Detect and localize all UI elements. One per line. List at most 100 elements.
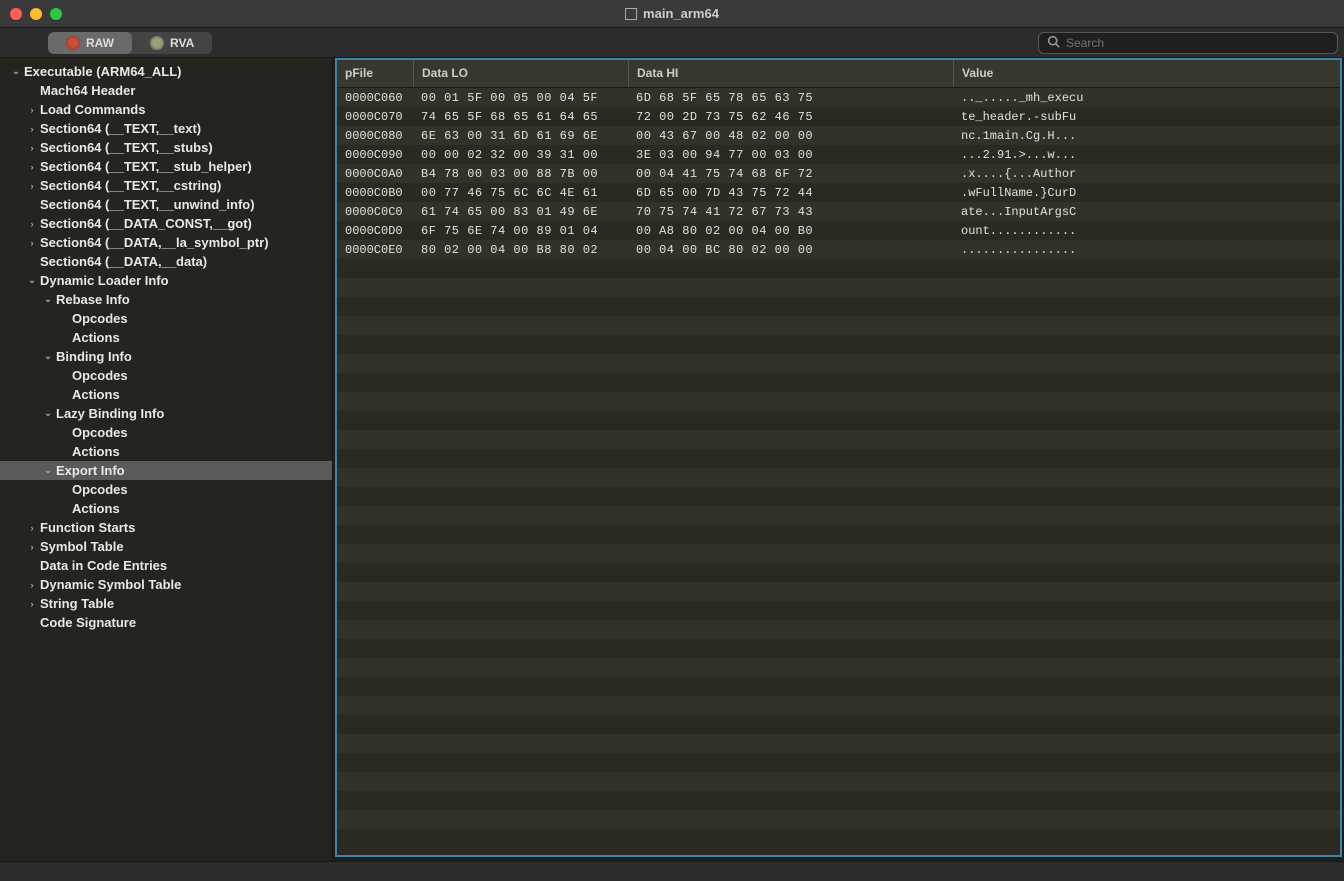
- search-input[interactable]: [1066, 36, 1329, 50]
- tree-item[interactable]: ›Load Commands: [0, 100, 332, 119]
- hex-row[interactable]: 0000C07074 65 5F 68 65 61 64 6572 00 2D …: [337, 107, 1340, 126]
- tree-item[interactable]: ›Section64 (__TEXT,__cstring): [0, 176, 332, 195]
- cell-data-lo: B4 78 00 03 00 88 7B 00: [413, 167, 628, 181]
- hex-row-empty: [337, 430, 1340, 449]
- tree-item[interactable]: ›Section64 (__DATA,__la_symbol_ptr): [0, 233, 332, 252]
- tree-item[interactable]: Opcodes: [0, 366, 332, 385]
- chevron-right-icon[interactable]: ›: [26, 161, 38, 173]
- tree-item[interactable]: Opcodes: [0, 480, 332, 499]
- tree-item[interactable]: ›Symbol Table: [0, 537, 332, 556]
- tree-item-label: Section64 (__TEXT,__unwind_info): [40, 197, 255, 212]
- col-header-data-lo[interactable]: Data LO: [413, 60, 628, 87]
- hex-row-empty: [337, 753, 1340, 772]
- cell-value: nc.1main.Cg.H...: [953, 129, 1340, 143]
- chevron-right-icon[interactable]: ›: [26, 180, 38, 192]
- cell-data-lo: 6E 63 00 31 6D 61 69 6E: [413, 129, 628, 143]
- minimize-button[interactable]: [30, 8, 42, 20]
- tree-item-label: Binding Info: [56, 349, 132, 364]
- chevron-down-icon[interactable]: ⌄: [42, 351, 54, 363]
- window-controls: [0, 8, 62, 20]
- tree-item-label: Section64 (__TEXT,__cstring): [40, 178, 221, 193]
- tree-item[interactable]: ›Function Starts: [0, 518, 332, 537]
- cell-data-lo: 74 65 5F 68 65 61 64 65: [413, 110, 628, 124]
- tree-item[interactable]: ›String Table: [0, 594, 332, 613]
- col-header-data-hi[interactable]: Data HI: [628, 60, 953, 87]
- chevron-down-icon[interactable]: ⌄: [42, 294, 54, 306]
- hex-row[interactable]: 0000C0A0B4 78 00 03 00 88 7B 0000 04 41 …: [337, 164, 1340, 183]
- tree-item[interactable]: Opcodes: [0, 423, 332, 442]
- chevron-down-icon[interactable]: ⌄: [42, 408, 54, 420]
- tree-item[interactable]: ›Section64 (__TEXT,__stubs): [0, 138, 332, 157]
- tree-item[interactable]: ⌄Dynamic Loader Info: [0, 271, 332, 290]
- tree-item[interactable]: Code Signature: [0, 613, 332, 632]
- hex-row[interactable]: 0000C0806E 63 00 31 6D 61 69 6E00 43 67 …: [337, 126, 1340, 145]
- chevron-right-icon[interactable]: ›: [26, 522, 38, 534]
- raw-mode-button[interactable]: RAW: [48, 32, 132, 54]
- tree-item[interactable]: ⌄Rebase Info: [0, 290, 332, 309]
- hex-row[interactable]: 0000C0B000 77 46 75 6C 6C 4E 616D 65 00 …: [337, 183, 1340, 202]
- rva-mode-button[interactable]: RVA: [132, 32, 212, 54]
- tree-item[interactable]: ›Dynamic Symbol Table: [0, 575, 332, 594]
- cell-pfile: 0000C060: [337, 91, 413, 105]
- hex-row-empty: [337, 525, 1340, 544]
- tree-item[interactable]: ›Section64 (__DATA_CONST,__got): [0, 214, 332, 233]
- tree-item[interactable]: Section64 (__TEXT,__unwind_info): [0, 195, 332, 214]
- disclosure-spacer: [26, 199, 38, 211]
- tree-item[interactable]: ⌄Executable (ARM64_ALL): [0, 62, 332, 81]
- disclosure-spacer: [58, 389, 70, 401]
- sidebar-tree[interactable]: ⌄Executable (ARM64_ALL) Mach64 Header›Lo…: [0, 58, 333, 861]
- tree-item-label: Actions: [72, 330, 120, 345]
- cell-value: ...2.91.>...w...: [953, 148, 1340, 162]
- hex-row[interactable]: 0000C0E080 02 00 04 00 B8 80 0200 04 00 …: [337, 240, 1340, 259]
- tree-item-label: Opcodes: [72, 311, 128, 326]
- chevron-right-icon[interactable]: ›: [26, 218, 38, 230]
- window-title-text: main_arm64: [643, 6, 719, 21]
- hex-row[interactable]: 0000C06000 01 5F 00 05 00 04 5F6D 68 5F …: [337, 88, 1340, 107]
- cell-data-hi: 00 43 67 00 48 02 00 00: [628, 129, 953, 143]
- chevron-down-icon[interactable]: ⌄: [10, 66, 22, 78]
- hex-row[interactable]: 0000C0C061 74 65 00 83 01 49 6E70 75 74 …: [337, 202, 1340, 221]
- tree-item[interactable]: Opcodes: [0, 309, 332, 328]
- search-field[interactable]: [1038, 32, 1338, 54]
- chevron-right-icon[interactable]: ›: [26, 142, 38, 154]
- statusbar: [0, 861, 1344, 881]
- close-button[interactable]: [10, 8, 22, 20]
- chevron-right-icon[interactable]: ›: [26, 541, 38, 553]
- chevron-down-icon[interactable]: ⌄: [26, 275, 38, 287]
- tree-item[interactable]: ⌄Export Info: [0, 461, 332, 480]
- maximize-button[interactable]: [50, 8, 62, 20]
- hex-row-empty: [337, 582, 1340, 601]
- chevron-down-icon[interactable]: ⌄: [42, 465, 54, 477]
- chevron-right-icon[interactable]: ›: [26, 237, 38, 249]
- tree-item[interactable]: Section64 (__DATA,__data): [0, 252, 332, 271]
- tree-item[interactable]: ›Section64 (__TEXT,__text): [0, 119, 332, 138]
- tree-item[interactable]: ⌄Lazy Binding Info: [0, 404, 332, 423]
- chevron-right-icon[interactable]: ›: [26, 598, 38, 610]
- cell-data-hi: 70 75 74 41 72 67 73 43: [628, 205, 953, 219]
- cell-value: .wFullName.}CurD: [953, 186, 1340, 200]
- cell-data-lo: 80 02 00 04 00 B8 80 02: [413, 243, 628, 257]
- tree-item[interactable]: Mach64 Header: [0, 81, 332, 100]
- tree-item-label: Section64 (__TEXT,__text): [40, 121, 201, 136]
- tree-item[interactable]: ⌄Binding Info: [0, 347, 332, 366]
- hex-rows[interactable]: 0000C06000 01 5F 00 05 00 04 5F6D 68 5F …: [337, 88, 1340, 855]
- chevron-right-icon[interactable]: ›: [26, 123, 38, 135]
- mode-segmented-control: RAW RVA: [48, 32, 212, 54]
- col-header-value[interactable]: Value: [953, 60, 1340, 87]
- chevron-right-icon[interactable]: ›: [26, 104, 38, 116]
- tree-item[interactable]: Actions: [0, 328, 332, 347]
- col-header-pfile[interactable]: pFile: [337, 60, 413, 87]
- tree-item[interactable]: Actions: [0, 385, 332, 404]
- tree-item-label: Actions: [72, 501, 120, 516]
- tree-item[interactable]: Actions: [0, 499, 332, 518]
- column-headers: pFile Data LO Data HI Value: [337, 60, 1340, 88]
- hex-row[interactable]: 0000C09000 00 02 32 00 39 31 003E 03 00 …: [337, 145, 1340, 164]
- chevron-right-icon[interactable]: ›: [26, 579, 38, 591]
- tree-item[interactable]: ›Section64 (__TEXT,__stub_helper): [0, 157, 332, 176]
- toolbar: RAW RVA: [0, 28, 1344, 58]
- window-title: main_arm64: [625, 6, 719, 21]
- hex-row[interactable]: 0000C0D06F 75 6E 74 00 89 01 0400 A8 80 …: [337, 221, 1340, 240]
- tree-item[interactable]: Actions: [0, 442, 332, 461]
- tree-item[interactable]: Data in Code Entries: [0, 556, 332, 575]
- cell-data-hi: 00 A8 80 02 00 04 00 B0: [628, 224, 953, 238]
